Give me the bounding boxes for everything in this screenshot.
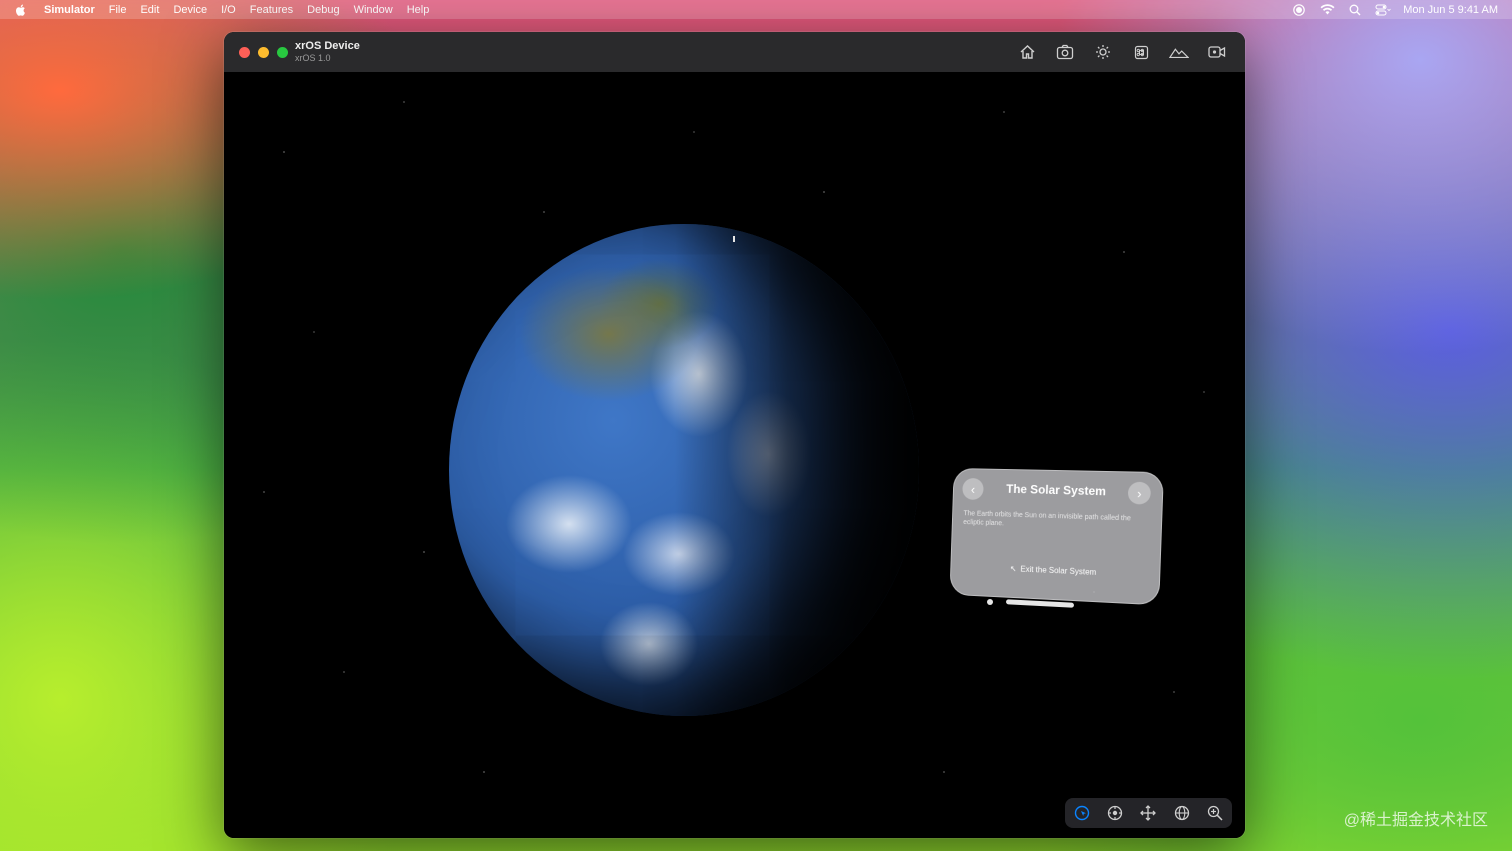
window-subtitle: xrOS 1.0 [295, 53, 331, 63]
wifi-icon[interactable] [1319, 3, 1335, 17]
exit-solar-system-button[interactable]: ↖ Exit the Solar System [950, 562, 1160, 580]
orbit-icon[interactable] [1172, 803, 1192, 823]
menu-debug[interactable]: Debug [307, 4, 339, 16]
window-titlebar[interactable]: xrOS Device xrOS 1.0 [224, 32, 1245, 73]
menu-device[interactable]: Device [173, 4, 207, 16]
pan-icon[interactable] [1138, 803, 1158, 823]
earth-shadow [449, 224, 919, 716]
menu-file[interactable]: File [109, 4, 127, 16]
window-title-group: xrOS Device xrOS 1.0 [295, 40, 360, 64]
control-center-icon[interactable] [1375, 3, 1392, 17]
spotlight-search-icon[interactable] [1347, 3, 1363, 17]
exit-label: Exit the Solar System [1020, 564, 1097, 577]
device-viewport[interactable]: ‹ The Solar System › The Earth orbits th… [224, 72, 1245, 838]
minimize-window-button[interactable] [258, 47, 269, 58]
solar-system-panel: ‹ The Solar System › The Earth orbits th… [949, 467, 1164, 606]
home-icon[interactable] [1017, 42, 1037, 62]
menu-help[interactable]: Help [407, 4, 430, 16]
menu-edit[interactable]: Edit [140, 4, 159, 16]
zoom-window-button[interactable] [277, 47, 288, 58]
panel-description: The Earth orbits the Sun on an invisible… [963, 510, 1132, 528]
simulator-window: xrOS Device xrOS 1.0 ‹ The Solar System … [224, 32, 1245, 838]
simulator-input-controls [1065, 798, 1232, 828]
zoom-icon[interactable] [1205, 803, 1225, 823]
environment-icon[interactable] [1169, 42, 1189, 62]
traffic-lights [239, 47, 288, 58]
screen-record-icon[interactable] [1291, 3, 1307, 17]
window-dot-indicator[interactable] [987, 599, 993, 605]
menu-features[interactable]: Features [250, 4, 293, 16]
brightness-icon[interactable] [1093, 42, 1113, 62]
panel-next-button[interactable]: › [1127, 481, 1152, 505]
window-title: xrOS Device [295, 40, 360, 52]
menu-bar-clock[interactable]: Mon Jun 5 9:41 AM [1403, 4, 1498, 16]
apple-icon[interactable] [14, 3, 28, 17]
menu-bar: Simulator File Edit Device I/O Features … [0, 0, 1512, 19]
menu-bar-right: Mon Jun 5 9:41 AM [1291, 0, 1498, 19]
interact-icon[interactable] [1072, 803, 1092, 823]
menu-io[interactable]: I/O [221, 4, 236, 16]
look-icon[interactable] [1105, 803, 1125, 823]
watermark-text: @稀土掘金技术社区 [1343, 812, 1488, 829]
menu-bar-left: Simulator File Edit Device I/O Features … [0, 3, 443, 17]
pointer-cursor [733, 236, 735, 242]
chevron-right-icon: › [1136, 485, 1142, 501]
screenshot-icon[interactable] [1055, 42, 1075, 62]
keyboard-command-icon[interactable] [1131, 42, 1151, 62]
menu-window[interactable]: Window [354, 4, 393, 16]
exit-arrow-icon: ↖ [1009, 564, 1017, 574]
close-window-button[interactable] [239, 47, 250, 58]
menu-app-simulator[interactable]: Simulator [44, 4, 95, 16]
video-record-icon[interactable] [1207, 42, 1227, 62]
window-toolbar [1017, 42, 1227, 62]
